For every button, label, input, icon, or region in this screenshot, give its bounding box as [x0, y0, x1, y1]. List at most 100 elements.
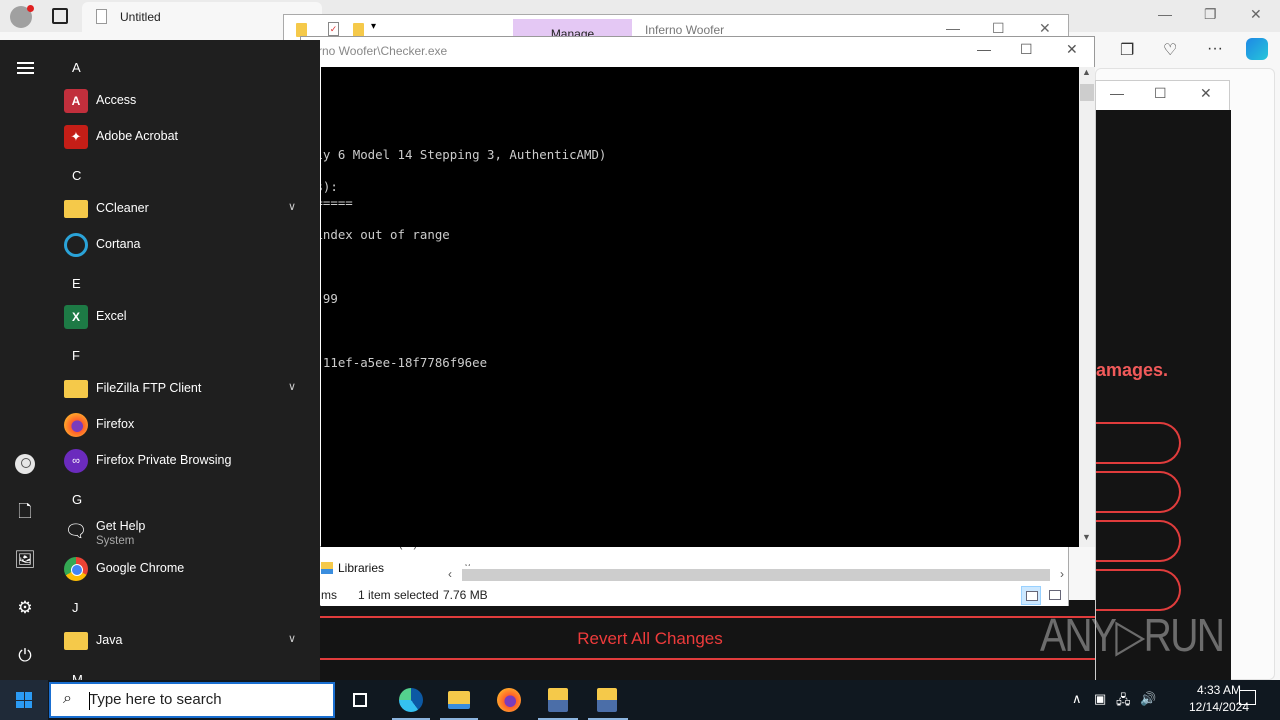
power-icon[interactable]: ⏻ — [14, 645, 36, 667]
maximize-button[interactable]: ☐ — [1020, 41, 1033, 58]
notifications-icon[interactable] — [1239, 690, 1256, 705]
user-icon[interactable] — [15, 454, 35, 474]
start-menu: 🗋 🖼 ⚙ ⏻ A A Access ✦ Adobe Acrobat C CCl… — [0, 40, 320, 680]
action-button-3[interactable] — [1096, 520, 1181, 562]
show-hidden-icons-icon[interactable]: ∧ — [1072, 691, 1082, 707]
minimize-button[interactable]: — — [977, 41, 991, 57]
console-output-area[interactable]: 5) ily 6 Model 14 Stepping 3, AuthenticA… — [321, 67, 1079, 547]
app-name: FileZilla FTP Client — [96, 381, 202, 395]
letter-header[interactable]: A — [72, 60, 81, 75]
start-button[interactable] — [0, 680, 48, 720]
copilot-icon[interactable] — [1246, 38, 1268, 60]
chevron-down-icon: ∨ — [287, 633, 296, 645]
app-adobe-acrobat[interactable]: ✦ Adobe Acrobat — [50, 120, 312, 154]
action-button-1[interactable] — [1096, 422, 1181, 464]
restore-button[interactable]: ❐ — [1204, 6, 1217, 23]
close-button[interactable]: ✕ — [1250, 6, 1262, 23]
close-button[interactable]: ✕ — [1039, 20, 1051, 37]
action-button-4[interactable] — [1096, 569, 1181, 611]
scroll-up-icon[interactable]: ▲ — [1082, 67, 1091, 77]
app-ccleaner[interactable]: CCleaner ∨ — [50, 192, 312, 226]
letter-header[interactable]: E — [72, 276, 81, 291]
app-filezilla[interactable]: FileZilla FTP Client ∨ — [50, 372, 312, 406]
letter-header[interactable]: M — [72, 672, 83, 680]
scrollbar-thumb[interactable] — [1080, 84, 1094, 101]
selection-size: 7.76 MB — [443, 588, 488, 602]
folder-icon — [64, 380, 88, 398]
details-view-button[interactable] — [1021, 586, 1041, 605]
app-get-help[interactable]: 🗨 Get Help System — [50, 514, 312, 554]
minimize-button[interactable]: — — [1158, 6, 1172, 22]
task-view-icon[interactable] — [353, 693, 367, 707]
edge-icon[interactable] — [399, 688, 423, 712]
tab-actions-icon[interactable] — [52, 8, 68, 24]
firefox-taskbar-icon[interactable] — [497, 688, 521, 712]
profile-avatar[interactable] — [10, 5, 34, 28]
volume-icon[interactable]: 🔊 — [1140, 691, 1156, 707]
libraries-icon — [321, 562, 333, 574]
folder-icon — [64, 200, 88, 218]
letter-header[interactable]: C — [72, 168, 81, 183]
properties-icon[interactable]: ✓ — [328, 22, 339, 36]
action-button-2[interactable] — [1096, 471, 1181, 513]
item-count: ms — [321, 588, 337, 602]
close-button[interactable]: ✕ — [1200, 85, 1212, 102]
vertical-scrollbar[interactable]: ▲ ▼ — [1079, 67, 1095, 547]
new-folder-icon[interactable] — [353, 23, 364, 37]
revert-all-changes-button[interactable]: Revert All Changes — [320, 616, 1095, 660]
maximize-button[interactable]: ☐ — [992, 20, 1005, 37]
chevron-down-icon: ∨ — [287, 201, 296, 213]
revert-button-label: Revert All Changes — [577, 629, 723, 648]
app-name: Cortana — [96, 237, 141, 251]
minimize-button[interactable]: — — [1110, 85, 1124, 101]
network-icon[interactable]: 🖧 — [1116, 691, 1131, 713]
app-name: Google Chrome — [96, 561, 185, 575]
horizontal-scrollbar[interactable]: ‹ › — [444, 566, 1068, 583]
hamburger-menu-icon[interactable] — [17, 62, 34, 74]
taskbar-search[interactable]: ⌕ — [49, 682, 335, 718]
app-access[interactable]: A Access — [50, 84, 312, 118]
document-icon[interactable]: 🗋 — [14, 501, 36, 523]
letter-header[interactable]: G — [72, 492, 82, 507]
browser-essentials-icon[interactable]: ♡ — [1163, 40, 1177, 60]
start-rail: 🗋 🖼 ⚙ ⏻ — [0, 40, 50, 680]
page-icon — [96, 9, 107, 24]
scroll-right-icon[interactable]: › — [1060, 567, 1064, 581]
minimize-button[interactable]: — — [946, 20, 960, 36]
acrobat-icon: ✦ — [64, 125, 88, 149]
scroll-left-icon[interactable]: ‹ — [448, 567, 452, 581]
close-button[interactable]: ✕ — [1066, 41, 1078, 58]
excel-icon: X — [64, 305, 88, 329]
app-name: Firefox Private Browsing — [96, 453, 232, 467]
app-name: Java — [96, 633, 123, 647]
firefox-icon — [64, 413, 88, 437]
maximize-button[interactable]: ☐ — [1154, 85, 1167, 102]
search-input[interactable] — [89, 691, 319, 708]
app-excel[interactable]: X Excel — [50, 300, 312, 334]
more-icon[interactable]: ··· — [1207, 40, 1223, 58]
camera-icon[interactable]: ▣ — [1094, 691, 1106, 707]
python-app-icon[interactable] — [597, 688, 617, 712]
app-google-chrome[interactable]: Google Chrome — [50, 552, 312, 586]
scroll-down-icon[interactable]: ▼ — [1082, 532, 1091, 542]
letter-header[interactable]: F — [72, 348, 80, 363]
python-app-icon[interactable] — [548, 688, 568, 712]
app-firefox[interactable]: Firefox — [50, 408, 312, 442]
nav-item-libraries[interactable]: Libraries — [338, 561, 384, 575]
pictures-icon[interactable]: 🖼 — [14, 549, 36, 571]
details-view-icon — [1026, 591, 1038, 601]
large-icons-view-icon — [1049, 590, 1061, 600]
app-java[interactable]: Java ∨ — [50, 624, 312, 658]
scrollbar-thumb[interactable] — [462, 569, 1050, 581]
folder-icon[interactable] — [296, 23, 307, 37]
app-name: Excel — [96, 309, 127, 323]
explorer-title: Inferno Woofer — [645, 23, 725, 37]
file-explorer-icon[interactable] — [448, 691, 470, 709]
letter-header[interactable]: J — [72, 600, 79, 615]
app-firefox-private[interactable]: ∞ Firefox Private Browsing — [50, 444, 312, 478]
settings-icon[interactable]: ⚙ — [14, 597, 36, 619]
collections-icon[interactable]: ❐ — [1120, 40, 1134, 60]
large-icons-view-button[interactable] — [1045, 586, 1065, 605]
customize-toolbar-icon[interactable]: ▾ — [371, 21, 376, 32]
app-cortana[interactable]: Cortana — [50, 228, 312, 262]
